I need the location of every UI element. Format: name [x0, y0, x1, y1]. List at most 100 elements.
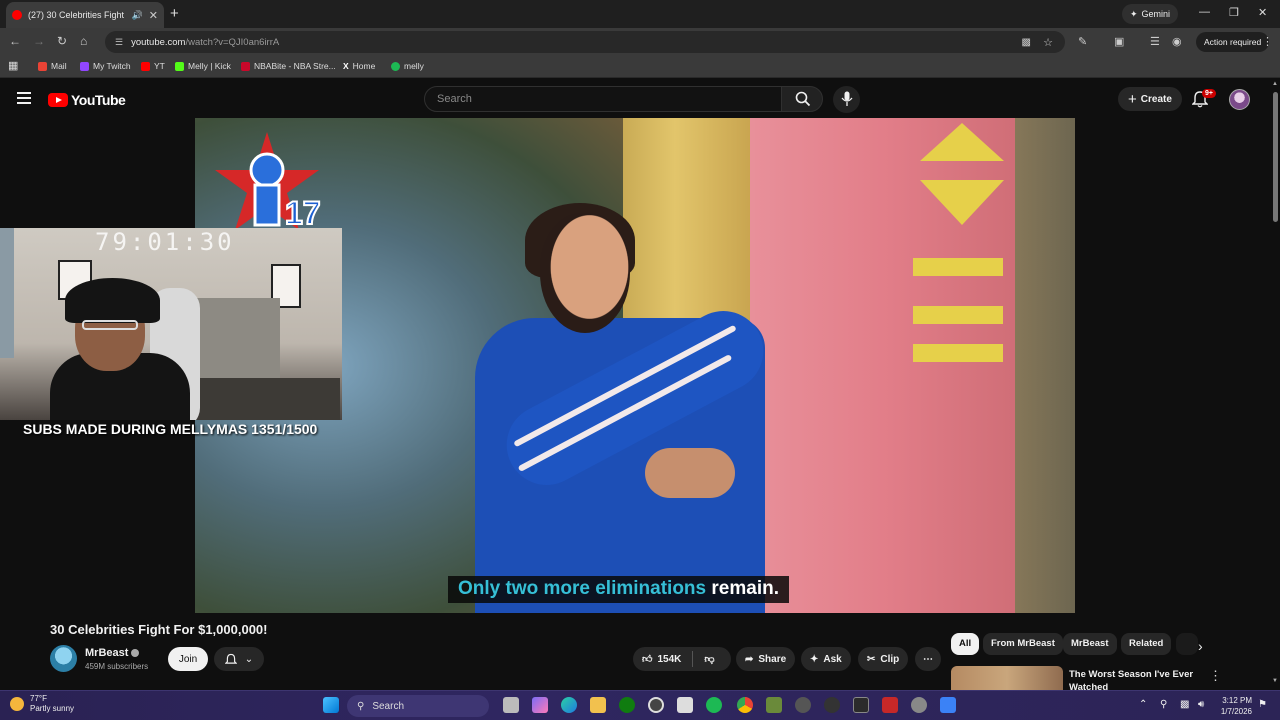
- media-controls-icon[interactable]: ☰: [1150, 35, 1160, 48]
- youtube-icon: [141, 61, 150, 71]
- notification-center-icon[interactable]: ⚑: [1258, 699, 1267, 710]
- address-bar[interactable]: ☰ youtube.com/watch?v=QJI0an6irrA ▩ ☆: [105, 31, 1065, 53]
- profile-icon[interactable]: ◉: [1172, 35, 1182, 48]
- home-icon[interactable]: ⌂: [80, 34, 87, 48]
- obs-icon[interactable]: [853, 697, 869, 713]
- chrome-icon[interactable]: [737, 697, 753, 713]
- bookmark-yt[interactable]: YT: [141, 61, 165, 71]
- task-view-icon[interactable]: [503, 697, 519, 713]
- action-required-button[interactable]: Action required: [1196, 32, 1270, 52]
- app-icon[interactable]: [940, 697, 956, 713]
- share-label: Share: [758, 653, 787, 665]
- more-vertical-icon[interactable]: ⋮: [1209, 668, 1222, 684]
- bookmark-melly-kick[interactable]: Melly | Kick: [175, 61, 231, 71]
- notification-count-badge: 9+: [1202, 89, 1216, 98]
- channel-17-logo: 17: [215, 132, 322, 230]
- like-button[interactable]: 👍︎ 154K: [642, 653, 681, 666]
- ask-button[interactable]: ✦ Ask: [801, 647, 851, 671]
- search-input[interactable]: Search: [424, 86, 782, 112]
- microphone-icon: [841, 91, 853, 106]
- video-title: 30 Celebrities Fight For $1,000,000!: [50, 622, 268, 637]
- webcam-streamer: [50, 278, 190, 420]
- file-explorer-icon[interactable]: [590, 697, 606, 713]
- new-tab-button[interactable]: +: [170, 5, 179, 22]
- taskbar-search[interactable]: ⚲ Search: [347, 695, 489, 717]
- account-avatar[interactable]: [1229, 89, 1250, 110]
- bookmark-home[interactable]: X Home: [343, 61, 375, 71]
- scroll-up-icon[interactable]: ▲: [1272, 81, 1278, 87]
- menu-icon[interactable]: [17, 92, 31, 104]
- app-icon[interactable]: [824, 697, 840, 713]
- clip-button[interactable]: ✂ Clip: [858, 647, 909, 671]
- more-vertical-icon[interactable]: ⋮: [1262, 35, 1273, 48]
- bookmark-label: YT: [154, 61, 165, 71]
- chip-from-mrbeast[interactable]: From MrBeast: [983, 633, 1063, 655]
- copilot-icon[interactable]: [532, 697, 548, 713]
- github-icon[interactable]: [648, 697, 664, 713]
- minimize-icon[interactable]: —: [1199, 6, 1210, 18]
- page-scrollbar[interactable]: ▲ ▼: [1271, 80, 1280, 690]
- back-arrow-icon[interactable]: ←: [9, 34, 21, 48]
- voice-search-button[interactable]: [833, 86, 860, 113]
- network-icon[interactable]: ▩: [1180, 699, 1189, 710]
- pdf-icon[interactable]: [882, 697, 898, 713]
- join-button[interactable]: Join: [168, 647, 208, 671]
- share-icon: ➦: [745, 653, 754, 665]
- chip-mrbeast[interactable]: MrBeast: [1063, 633, 1117, 655]
- chip-partial[interactable]: [1176, 633, 1198, 655]
- thumbs-down-icon[interactable]: 👎︎: [704, 653, 714, 665]
- share-button[interactable]: ➦ Share: [736, 647, 796, 671]
- reload-icon[interactable]: ↻: [57, 34, 67, 48]
- system-clock[interactable]: 3:12 PM 1/7/2026: [1218, 695, 1252, 717]
- install-app-icon[interactable]: ▩: [1022, 37, 1031, 48]
- bookmark-mail[interactable]: Mail: [38, 61, 67, 71]
- more-actions-button[interactable]: ⋯: [915, 647, 941, 671]
- weather-desc: Partly sunny: [30, 704, 75, 713]
- gemini-button[interactable]: ✦ Gemini: [1122, 4, 1179, 24]
- chevron-right-icon[interactable]: ›: [1198, 638, 1203, 654]
- search-button[interactable]: [781, 86, 823, 112]
- channel-avatar[interactable]: [50, 645, 77, 672]
- forward-arrow-icon[interactable]: →: [33, 34, 45, 48]
- recommendation-title[interactable]: The Worst Season I've Ever Watched: [1069, 668, 1199, 690]
- chevron-up-icon[interactable]: ⌃: [1139, 699, 1147, 710]
- channel-name-link[interactable]: MrBeast: [85, 647, 140, 659]
- video-subtitle: Only two more eliminations remain.: [448, 576, 789, 603]
- restore-icon[interactable]: ❐: [1229, 6, 1239, 19]
- bookmark-melly[interactable]: melly: [391, 61, 424, 71]
- tab-search-icon[interactable]: ▣: [1114, 35, 1124, 48]
- chip-related[interactable]: Related: [1121, 633, 1172, 655]
- store-icon[interactable]: [677, 697, 693, 713]
- subscription-bell-button[interactable]: ⌄: [214, 647, 264, 671]
- apps-grid-icon[interactable]: ▦: [8, 59, 18, 72]
- action-required-label: Action required: [1204, 37, 1262, 47]
- site-info-icon[interactable]: ☰: [115, 37, 123, 48]
- settings-gear-icon[interactable]: [911, 697, 927, 713]
- scrollbar-thumb[interactable]: [1273, 92, 1278, 222]
- create-button[interactable]: + Create: [1118, 87, 1182, 111]
- close-tab-icon[interactable]: ✕: [149, 9, 158, 22]
- extensions-icon[interactable]: ✎: [1078, 35, 1087, 48]
- media-player-icon[interactable]: [795, 697, 811, 713]
- minecraft-icon[interactable]: [766, 697, 782, 713]
- location-icon[interactable]: ⚲: [1160, 699, 1167, 710]
- weather-widget[interactable]: 77°F Partly sunny: [10, 694, 74, 714]
- recommendation-thumbnail[interactable]: [951, 666, 1063, 690]
- browser-tab[interactable]: (27) 30 Celebrities Fight For $1,000,000…: [6, 2, 164, 28]
- spotify-icon[interactable]: [706, 697, 722, 713]
- windows-start-icon[interactable]: [323, 697, 339, 713]
- chip-all[interactable]: All: [951, 633, 980, 655]
- bookmark-nbabite[interactable]: NBABite - NBA Stre...: [241, 61, 336, 71]
- scroll-down-icon[interactable]: ▼: [1272, 678, 1278, 684]
- spotify-icon: [391, 61, 400, 71]
- youtube-logo[interactable]: YouTube: [48, 92, 126, 108]
- stream-timer: 79:01:30: [95, 228, 235, 256]
- edge-icon[interactable]: [561, 697, 577, 713]
- bookmark-star-icon[interactable]: ☆: [1043, 36, 1053, 49]
- speaker-icon[interactable]: 🔊: [132, 10, 143, 21]
- bookmark-label: Home: [352, 61, 376, 71]
- close-window-icon[interactable]: ✕: [1258, 6, 1267, 19]
- volume-icon[interactable]: 🔊︎: [1198, 699, 1204, 710]
- bookmark-my-twitch[interactable]: My Twitch: [80, 61, 131, 71]
- xbox-icon[interactable]: [619, 697, 635, 713]
